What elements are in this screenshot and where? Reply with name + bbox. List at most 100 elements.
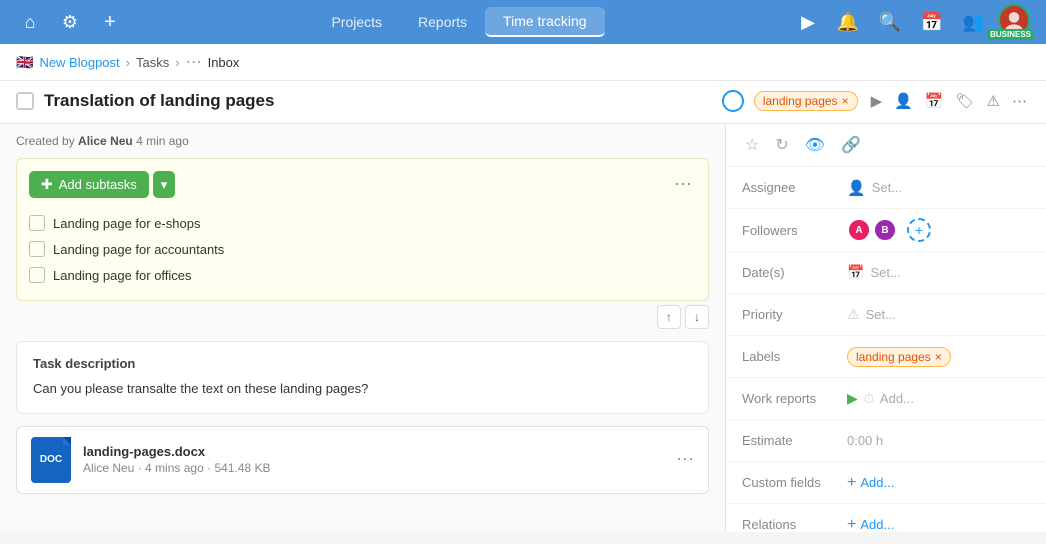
followers-row: Followers A B +	[726, 209, 1046, 252]
gear-icon: ⚙	[62, 12, 78, 33]
play-icon: ▶	[801, 12, 815, 33]
assignee-value[interactable]: 👤 Set...	[847, 179, 902, 197]
warning-icon[interactable]: ⚠	[984, 89, 1003, 113]
custom-fields-plus-icon: +	[847, 474, 856, 492]
tag-icon[interactable]: 🏷	[953, 89, 978, 113]
priority-value[interactable]: ⚠ Set...	[847, 306, 896, 323]
scroll-down-button[interactable]: ↓	[685, 305, 709, 329]
relations-add[interactable]: + Add...	[847, 516, 894, 533]
subtask-label-3: Landing page for offices	[53, 268, 192, 283]
search-button[interactable]: 🔍	[872, 4, 908, 40]
add-button[interactable]: +	[92, 4, 128, 40]
scroll-controls: ↑ ↓	[0, 301, 725, 329]
more-icon[interactable]: ⋯	[1009, 89, 1030, 113]
label-tag-text: landing pages	[856, 350, 931, 364]
eye-icon[interactable]: 👁	[802, 132, 828, 158]
task-action-icons: ▶ 👤 📅 🏷 ⚠ ⋯	[868, 89, 1030, 113]
doc-icon: DOC	[31, 437, 71, 483]
breadcrumb-sep-1: ›	[126, 55, 130, 70]
run-icon[interactable]: ▶	[868, 89, 886, 113]
nav-projects[interactable]: Projects	[313, 8, 400, 36]
task-checkbox[interactable]	[16, 92, 34, 110]
description-text: Can you please transalte the text on the…	[33, 379, 692, 399]
play-button[interactable]: ▶	[790, 4, 826, 40]
add-subtasks-plus: ✚	[41, 176, 53, 193]
home-button[interactable]: ⌂	[12, 4, 48, 40]
add-subtasks-label: Add subtasks	[59, 177, 137, 192]
priority-label: Priority	[742, 307, 847, 322]
work-reports-add[interactable]: Add...	[880, 391, 914, 406]
person-icon[interactable]: 👤	[891, 89, 916, 113]
follower-avatar-1[interactable]: A	[847, 218, 871, 242]
label-tag[interactable]: landing pages ×	[847, 347, 951, 367]
search-icon: 🔍	[879, 12, 901, 33]
attachment-size: 541.48 KB	[214, 461, 270, 475]
task-status-icon[interactable]	[722, 90, 744, 112]
subtask-item-1: Landing page for e-shops	[29, 210, 696, 236]
priority-row: Priority ⚠ Set...	[726, 294, 1046, 336]
tag-close-icon[interactable]: ×	[842, 94, 849, 108]
attachment-meta: Alice Neu · 4 mins ago · 541.48 KB	[83, 461, 664, 475]
breadcrumb-project[interactable]: New Blogpost	[39, 55, 119, 70]
refresh-icon[interactable]: ↻	[772, 132, 791, 158]
follower-avatar-2[interactable]: B	[873, 218, 897, 242]
bell-icon: 🔔	[837, 12, 859, 33]
add-subtasks-dropdown[interactable]: ▾	[153, 171, 176, 198]
subtask-checkbox-1[interactable]	[29, 215, 45, 231]
attachment-section: DOC landing-pages.docx Alice Neu · 4 min…	[16, 426, 709, 494]
relations-label: Relations	[742, 517, 847, 532]
business-badge: BUSINESS	[987, 29, 1034, 40]
attachment-info: landing-pages.docx Alice Neu · 4 mins ag…	[83, 444, 664, 475]
attachment-menu-button[interactable]: ⋯	[676, 449, 694, 470]
work-report-play-icon[interactable]: ▶	[847, 390, 858, 407]
work-reports-value: ▶ ⏱ Add...	[847, 390, 914, 407]
estimate-value[interactable]: 0:00 h	[847, 433, 883, 448]
add-follower-button[interactable]: +	[907, 218, 931, 242]
labels-row: Labels landing pages ×	[726, 336, 1046, 378]
date-icon[interactable]: 📅	[922, 89, 947, 113]
attachment-name[interactable]: landing-pages.docx	[83, 444, 664, 459]
work-reports-label: Work reports	[742, 391, 847, 406]
top-nav: ⌂ ⚙ + Projects Reports Time tracking ▶ 🔔…	[0, 0, 1046, 44]
right-panel-icons: ☆ ↻ 👁 🔗	[726, 124, 1046, 167]
link-icon[interactable]: 🔗	[838, 132, 864, 158]
description-section: Task description Can you please transalt…	[16, 341, 709, 414]
estimate-label: Estimate	[742, 433, 847, 448]
scroll-up-button[interactable]: ↑	[657, 305, 681, 329]
labels-label: Labels	[742, 349, 847, 364]
custom-fields-label: Custom fields	[742, 475, 847, 490]
nav-time-tracking[interactable]: Time tracking	[485, 7, 605, 37]
calendar-button[interactable]: 📅	[914, 4, 950, 40]
nav-links: Projects Reports Time tracking	[313, 7, 604, 37]
dates-label: Date(s)	[742, 265, 847, 280]
add-subtasks-button[interactable]: ✚ Add subtasks	[29, 171, 149, 198]
labels-value: landing pages ×	[847, 347, 951, 367]
subtask-item-3: Landing page for offices	[29, 262, 696, 288]
user-avatar-wrap[interactable]: BUSINESS	[998, 4, 1034, 40]
subtasks-more-button[interactable]: ⋯	[670, 174, 696, 195]
flag-icon: 🇬🇧	[16, 54, 33, 71]
subtask-label-2: Landing page for accountants	[53, 242, 224, 257]
nav-reports[interactable]: Reports	[400, 8, 485, 36]
notifications-button[interactable]: 🔔	[830, 4, 866, 40]
creator-name: Alice Neu	[78, 134, 133, 148]
task-header: Translation of landing pages landing pag…	[0, 81, 1046, 124]
star-icon[interactable]: ☆	[742, 132, 762, 158]
assignee-label: Assignee	[742, 180, 847, 195]
task-tag[interactable]: landing pages ×	[754, 91, 858, 111]
plus-icon: +	[104, 11, 116, 34]
assignee-icon: 👤	[847, 179, 866, 197]
relations-row: Relations + Add...	[726, 504, 1046, 532]
breadcrumb-tasks[interactable]: Tasks	[136, 55, 169, 70]
subtask-checkbox-3[interactable]	[29, 267, 45, 283]
label-tag-close[interactable]: ×	[935, 350, 942, 364]
attachment-card: DOC landing-pages.docx Alice Neu · 4 min…	[16, 426, 709, 494]
dropdown-arrow: ▾	[161, 177, 168, 192]
subtask-checkbox-2[interactable]	[29, 241, 45, 257]
settings-button[interactable]: ⚙	[52, 4, 88, 40]
custom-fields-add[interactable]: + Add...	[847, 474, 894, 492]
left-panel: Created by Alice Neu 4 min ago ✚ Add sub…	[0, 124, 726, 532]
subtasks-section: ✚ Add subtasks ▾ ⋯ Landing page for e-sh…	[16, 158, 709, 301]
breadcrumb-more[interactable]: ⋯	[186, 52, 202, 72]
dates-value[interactable]: 📅 Set...	[847, 264, 901, 281]
